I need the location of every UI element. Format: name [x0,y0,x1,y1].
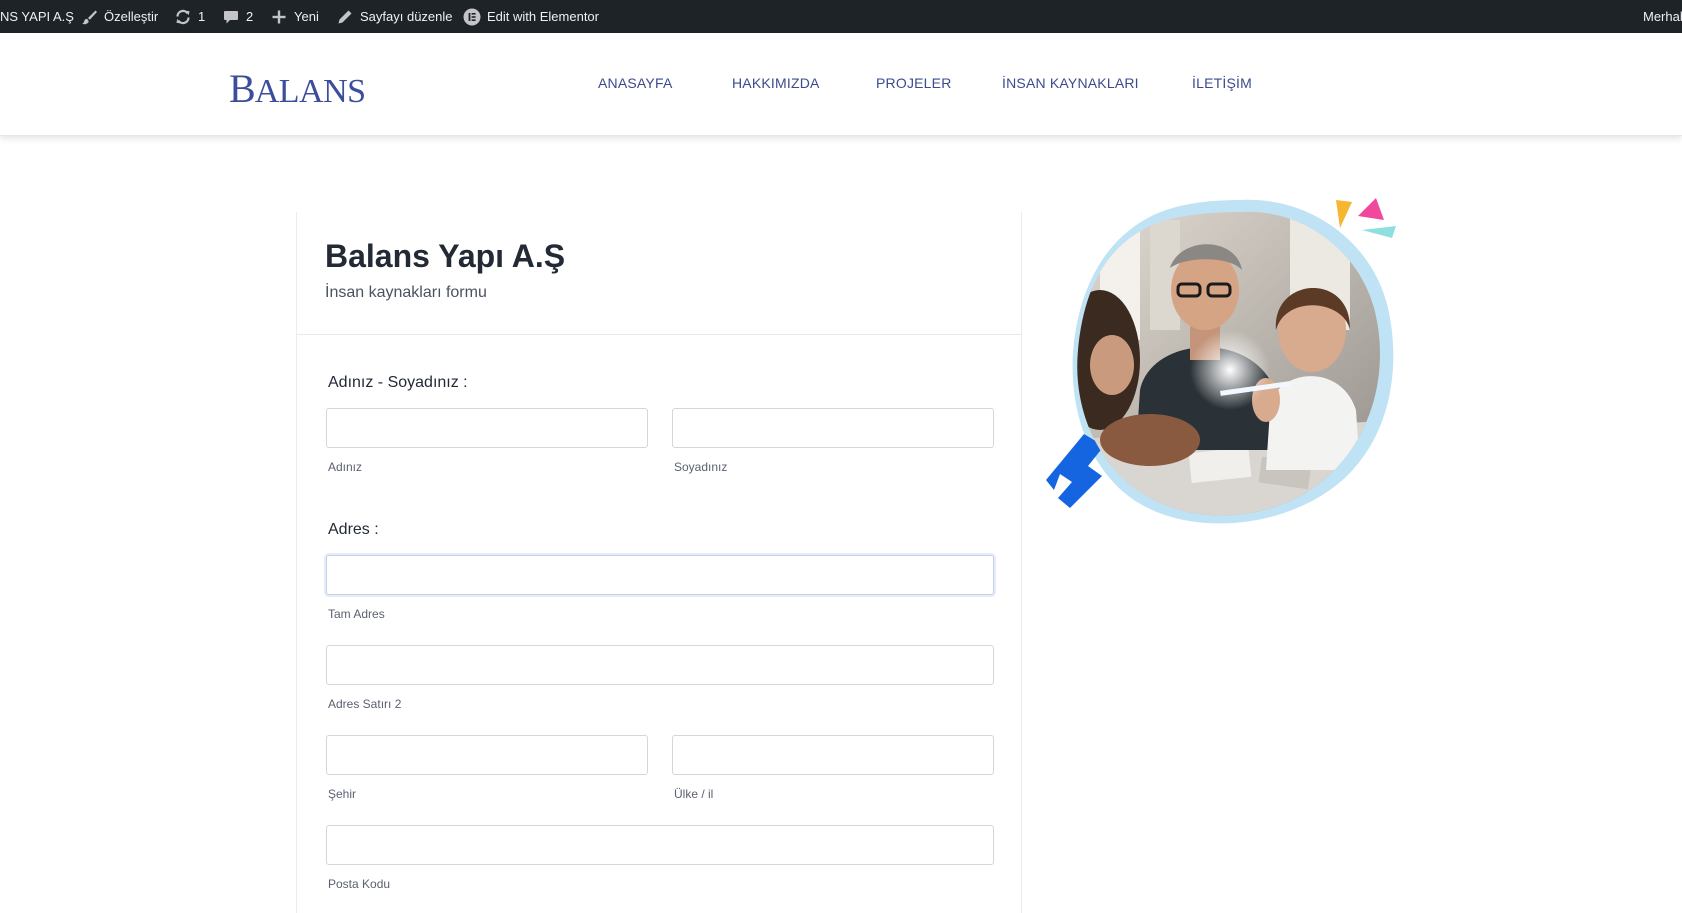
full-address-sublabel: Tam Adres [328,607,385,621]
postal-code-input[interactable] [326,825,994,865]
team-photo [1077,211,1380,516]
confetti-teal [1362,226,1396,238]
logo-initial: B [229,66,256,111]
first-name-input[interactable] [326,408,648,448]
adminbar-comments-count: 2 [246,9,254,24]
address-line2-sublabel: Adres Satırı 2 [328,697,402,711]
full-address-input[interactable] [326,555,994,595]
adminbar-edit-elementor-label: Edit with Elementor [487,9,599,24]
last-name-input[interactable] [672,408,994,448]
adminbar-comments[interactable]: 2 [222,0,253,33]
adminbar-greeting: Merhab [1643,9,1682,24]
adminbar-edit-page-label: Sayfayı düzenle [360,9,453,24]
site-header: BALANS ANASAYFA HAKKIMIZDA PROJELER İNSA… [0,33,1682,136]
logo-rest: ALANS [254,73,366,110]
adminbar-site-name[interactable]: NS YAPI A.Ş [0,0,74,33]
plus-icon [270,8,288,26]
adminbar-edit-elementor[interactable]: Edit with Elementor [463,0,599,33]
country-sublabel: Ülke / il [674,787,714,801]
refresh-icon [174,8,192,26]
form-subtitle: İnsan kaynakları formu [325,284,487,301]
country-input[interactable] [672,735,994,775]
adminbar-customize[interactable]: Özelleştir [80,0,158,33]
nav-item-iletisim[interactable]: İLETİŞİM [1192,75,1252,91]
brush-icon [80,8,98,26]
city-input[interactable] [326,735,648,775]
postal-code-sublabel: Posta Kodu [328,877,391,891]
adminbar-edit-page[interactable]: Sayfayı düzenle [336,0,453,33]
pencil-icon [336,8,354,26]
adminbar-site-name-label: NS YAPI A.Ş [0,9,74,24]
adminbar-customize-label: Özelleştir [104,9,159,24]
site-logo[interactable]: BALANS [229,65,366,112]
address-section-label: Adres : [328,521,379,538]
adminbar-updates-count: 1 [198,9,206,24]
city-sublabel: Şehir [328,787,357,801]
nav-item-hakkimizda[interactable]: HAKKIMIZDA [732,75,820,91]
adminbar-new[interactable]: Yeni [270,0,319,33]
adminbar-new-label: Yeni [294,9,319,24]
wp-admin-bar: NS YAPI A.Ş Özelleştir 1 2 Yeni Sayfayı … [0,0,1682,33]
hero-illustration [1040,190,1420,540]
hr-form-card: Balans Yapı A.Ş İnsan kaynakları formu A… [296,212,1022,913]
address-line2-input[interactable] [326,645,994,685]
confetti-yellow [1336,200,1352,228]
name-section-label: Adınız - Soyadınız : [328,374,468,391]
form-divider [297,334,1022,335]
nav-item-projeler[interactable]: PROJELER [876,75,952,91]
adminbar-updates[interactable]: 1 [174,0,205,33]
adminbar-account[interactable]: Merhab [1643,0,1682,33]
elementor-icon [463,8,481,26]
nav-item-insan-kaynaklari[interactable]: İNSAN KAYNAKLARI [1002,75,1139,91]
blue-zigzag-shape [1046,434,1104,508]
last-name-sublabel: Soyadınız [674,460,728,474]
first-name-sublabel: Adınız [328,460,363,474]
nav-item-anasayfa[interactable]: ANASAYFA [598,75,672,91]
form-title: Balans Yapı A.Ş [325,238,566,274]
confetti-pink [1358,198,1384,220]
hero-illustration-svg [1046,198,1396,524]
comment-icon [222,8,240,26]
